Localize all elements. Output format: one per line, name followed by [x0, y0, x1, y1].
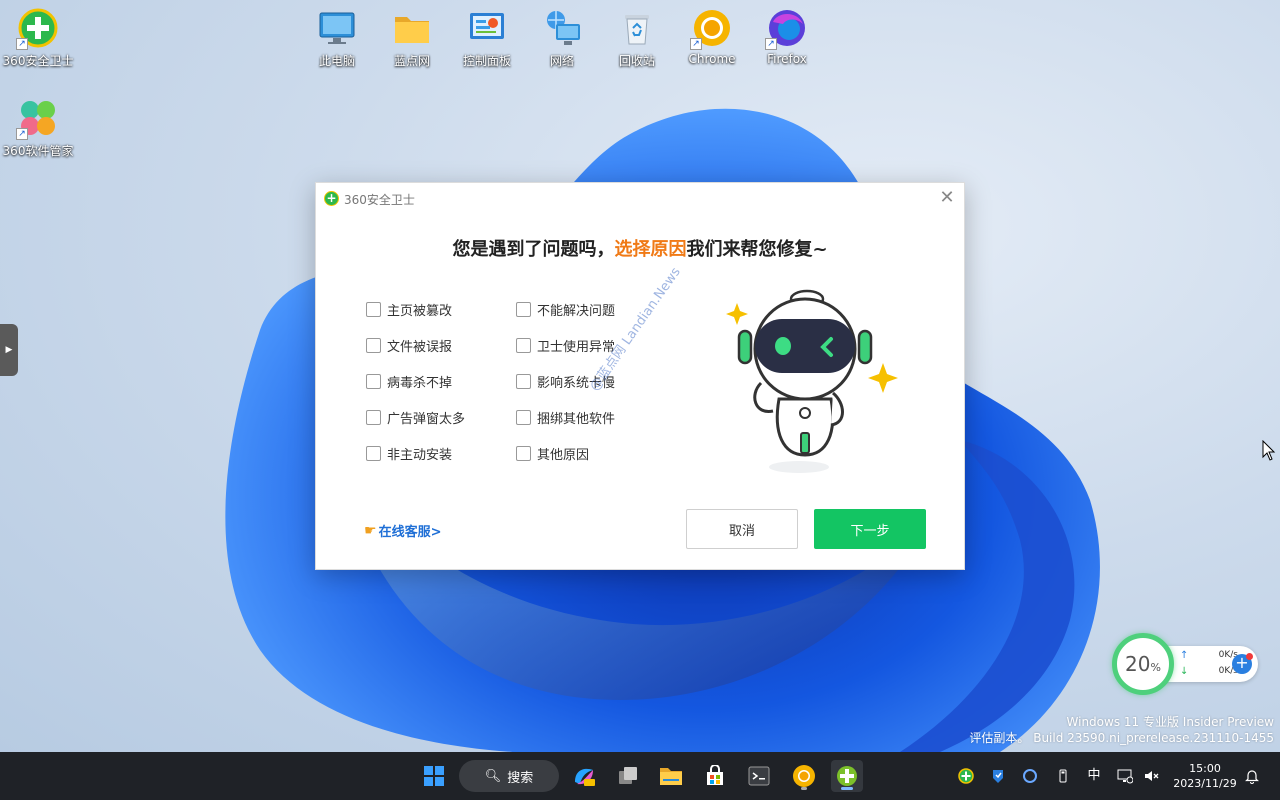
task-view-icon[interactable] [612, 760, 644, 792]
360-tray-icon[interactable] [958, 768, 974, 784]
firefox-icon: ↗ [765, 8, 807, 50]
feedback-dialog: + 360安全卫士 ✕ 您是遇到了问题吗，选择原因我们来帮您修复~ 主页被篡改 … [315, 182, 965, 570]
360-software-manager-icon: ↗ [16, 98, 58, 140]
dialog-title: 360安全卫士 [344, 193, 415, 207]
desktop-icon-firefox[interactable]: ↗ Firefox [749, 8, 825, 66]
checkbox[interactable] [516, 337, 531, 353]
reason-label: 非主动安装 [387, 447, 453, 463]
reason-option[interactable]: 广告弹窗太多 [366, 407, 465, 427]
mouse-cursor-icon [1262, 440, 1276, 461]
reason-label: 主页被篡改 [387, 303, 453, 319]
checkbox[interactable] [366, 409, 381, 425]
microsoft-store-icon[interactable] [699, 760, 731, 792]
shield-tray-icon[interactable] [990, 768, 1006, 784]
input-method-indicator[interactable]: 中 [1086, 768, 1102, 784]
reason-option[interactable]: 病毒杀不掉 [366, 371, 452, 391]
memory-usage-ring[interactable]: 20% [1112, 633, 1174, 695]
reason-label: 广告弹窗太多 [387, 411, 466, 427]
headline-prefix: 您是遇到了问题吗， [452, 239, 615, 260]
dialog-titlebar: + 360安全卫士 ✕ [316, 183, 964, 213]
reason-option[interactable]: 文件被误报 [366, 335, 452, 355]
computer-icon [317, 8, 357, 48]
network-icon [542, 8, 582, 48]
start-button[interactable] [418, 760, 450, 792]
online-service-link[interactable]: ☛ 在线客服> [364, 521, 442, 541]
usb-device-icon[interactable] [1055, 768, 1071, 784]
search-icon: 🔍︎ [484, 768, 502, 784]
speedup-plus-icon[interactable]: + [1232, 653, 1253, 674]
notification-bell-icon[interactable] [1244, 768, 1260, 784]
desktop-icon-360-software-manager[interactable]: ↗ 360软件管家 [0, 98, 76, 159]
360-safe-taskbar-icon[interactable] [831, 760, 863, 792]
desktop-icon-recycle-bin[interactable]: 回收站 [599, 8, 675, 69]
folder-icon [392, 8, 432, 48]
checkbox[interactable] [366, 373, 381, 389]
terminal-icon[interactable] [743, 760, 775, 792]
cancel-button[interactable]: 取消 [686, 509, 798, 549]
robot-mascot-icon [726, 289, 898, 473]
reason-label: 其他原因 [537, 447, 590, 463]
copilot-preview-icon[interactable] [568, 760, 600, 792]
reason-label: 不能解决问题 [537, 303, 616, 319]
dialog-headline: 您是遇到了问题吗，选择原因我们来帮您修复~ [316, 235, 964, 261]
reason-label: 捆绑其他软件 [537, 411, 616, 427]
360-logo-icon: + [324, 191, 339, 206]
checkbox[interactable] [516, 409, 531, 425]
chrome-icon: ↗ [690, 8, 732, 50]
reason-option[interactable]: 主页被篡改 [366, 299, 452, 319]
checkbox[interactable] [516, 373, 531, 389]
onedrive-sync-icon[interactable] [1022, 768, 1038, 784]
reason-option[interactable]: 捆绑其他软件 [516, 407, 615, 427]
checkbox[interactable] [366, 337, 381, 353]
search-label: 搜索 [507, 770, 534, 786]
desktop-icon-360-safe[interactable]: ↗ 360安全卫士 [0, 8, 76, 69]
clock-date: 2023/11/29 [1173, 777, 1237, 790]
desktop-icon-network[interactable]: 网络 [524, 8, 600, 69]
close-button[interactable]: ✕ [936, 187, 958, 209]
taskbar-search[interactable]: 🔍︎ 搜索 [459, 760, 559, 792]
reason-option[interactable]: 其他原因 [516, 443, 589, 463]
desktop-icon-folder[interactable]: 蓝点网 [374, 8, 450, 69]
headline-suffix: 我们来帮您修复~ [686, 239, 828, 260]
desktop-icon-this-pc[interactable]: 此电脑 [299, 8, 375, 69]
checkbox[interactable] [366, 301, 381, 317]
network-speed-widget[interactable]: 20% ↑ 0K/s ↓ 0K/s + [1112, 633, 1260, 695]
control-panel-icon [467, 8, 507, 48]
checkbox[interactable] [516, 445, 531, 461]
watermark-line-1: Windows 11 专业版 Insider Preview [1066, 715, 1274, 729]
percent-unit: % [1150, 660, 1161, 674]
upload-arrow-icon: ↑ [1180, 650, 1189, 661]
network-status-icon[interactable] [1117, 768, 1134, 784]
checkbox[interactable] [366, 445, 381, 461]
headline-highlight: 选择原因 [614, 239, 687, 260]
windows-logo-icon [424, 766, 444, 786]
download-arrow-icon: ↓ [1180, 666, 1189, 677]
online-service-label: 在线客服> [378, 525, 442, 540]
file-explorer-icon[interactable] [655, 760, 687, 792]
reason-label: 卫士使用异常 [537, 339, 616, 355]
watermark-line-2: 评估副本。 Build 23590.ni_prerelease.231110-1… [969, 731, 1274, 745]
taskbar: 🔍︎ 搜索 中 15:00 2023/11/29 [0, 752, 1280, 800]
usage-percent: 20 [1125, 652, 1151, 676]
desktop-icon-control-panel[interactable]: 控制面板 [449, 8, 525, 69]
volume-muted-icon[interactable] [1143, 768, 1159, 784]
reason-label: 文件被误报 [387, 339, 453, 355]
360-safe-icon: ↗ [16, 8, 58, 50]
reason-option[interactable]: 不能解决问题 [516, 299, 615, 319]
windows-build-watermark: Windows 11 专业版 Insider Preview 评估副本。 Bui… [969, 714, 1274, 746]
desktop-icon-chrome[interactable]: ↗ Chrome [674, 8, 750, 66]
next-button[interactable]: 下一步 [814, 509, 926, 549]
taskbar-clock[interactable]: 15:00 2023/11/29 [1172, 761, 1238, 791]
chrome-taskbar-icon[interactable] [788, 760, 820, 792]
desktop: ↗ 360安全卫士 此电脑 蓝点网 控制面板 网络 回收站 ↗ Chrome ↗… [0, 0, 1280, 752]
side-panel-toggle[interactable]: ▶ [0, 324, 18, 376]
reason-option[interactable]: 卫士使用异常 [516, 335, 615, 355]
reason-label: 病毒杀不掉 [387, 375, 453, 391]
recycle-bin-icon [617, 8, 657, 48]
reason-option[interactable]: 非主动安装 [366, 443, 452, 463]
clock-time: 15:00 [1189, 762, 1221, 775]
checkbox[interactable] [516, 301, 531, 317]
pointing-hand-icon: ☛ [364, 522, 377, 539]
